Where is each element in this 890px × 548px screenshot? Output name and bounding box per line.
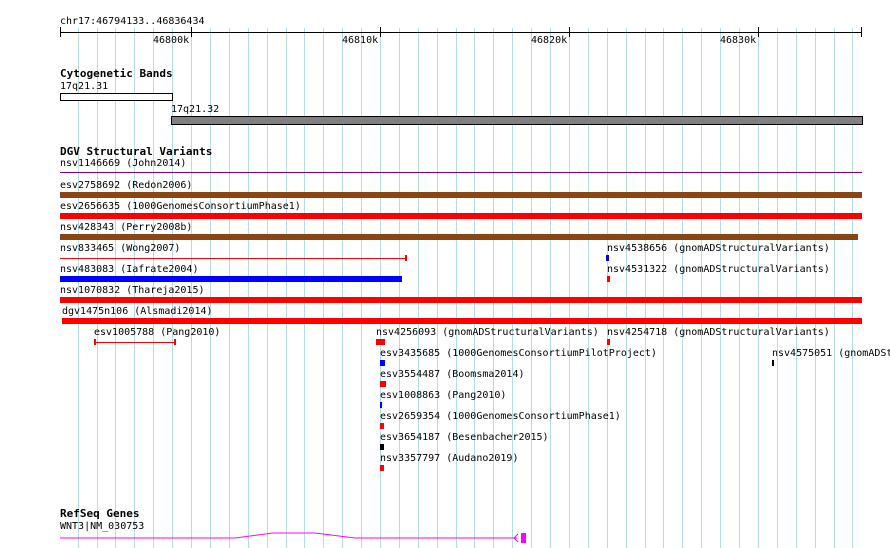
dgv-track-title: DGV Structural Variants [60, 145, 213, 158]
ruler-tick-label: 46820k [531, 35, 568, 46]
variant-bar[interactable] [380, 402, 382, 408]
ruler-tick [758, 27, 759, 37]
variant-label[interactable]: esv2659354 (1000GenomesConsortiumPhase1) [380, 411, 621, 422]
variant-label[interactable]: nsv4256093 (gnomADStructuralVariants) [376, 327, 599, 338]
variant-bar[interactable] [380, 360, 385, 366]
variant-bar[interactable] [60, 172, 862, 173]
variant-label[interactable]: nsv4575051 (gnomADSt [772, 348, 890, 359]
gene-model-wnt3[interactable] [55, 528, 535, 546]
variant-bar-end [405, 255, 407, 261]
cytoband-label: 17q21.31 [60, 81, 109, 92]
variant-label[interactable]: esv2656635 (1000GenomesConsortiumPhase1) [60, 201, 301, 212]
variant-bar[interactable] [380, 423, 384, 429]
cytoband-17q21-32[interactable] [171, 116, 863, 125]
ruler-tick [191, 27, 192, 37]
ruler-tick [60, 27, 61, 37]
variant-label[interactable]: nsv3357797 (Audano2019) [380, 453, 518, 464]
cytoband-label: 17q21.32 [171, 104, 220, 115]
variant-label[interactable]: nsv1146669 (John2014) [60, 158, 186, 169]
variant-bar[interactable] [60, 234, 858, 240]
variant-label[interactable]: esv2758692 (Redon2006) [60, 180, 192, 191]
variant-bar[interactable] [772, 360, 774, 366]
variant-bar[interactable] [60, 192, 862, 198]
variant-label[interactable]: nsv4254718 (gnomADStructuralVariants) [607, 327, 830, 338]
variant-bar[interactable] [380, 381, 386, 387]
variant-label[interactable]: nsv4538656 (gnomADStructuralVariants) [607, 243, 830, 254]
variant-label[interactable]: esv3554487 (Boomsma2014) [380, 369, 525, 380]
ruler-tick [861, 27, 862, 37]
variant-bar-end [174, 339, 176, 345]
variant-bar[interactable] [607, 339, 610, 345]
refseq-track-title: RefSeq Genes [60, 507, 140, 520]
variant-label[interactable]: nsv483083 (Iafrate2004) [60, 264, 198, 275]
ruler-location: chr17:46794133..46836434 [60, 16, 205, 27]
variant-label[interactable]: nsv428343 (Perry2008b) [60, 222, 192, 233]
variant-label[interactable]: esv1008863 (Pang2010) [380, 390, 506, 401]
cytoband-track-title: Cytogenetic Bands [60, 67, 173, 80]
variant-label[interactable]: nsv833465 (Wong2007) [60, 243, 180, 254]
variant-label[interactable]: nsv1070832 (Thareja2015) [60, 285, 205, 296]
variant-bar[interactable] [94, 342, 176, 343]
variant-bar[interactable] [380, 465, 384, 471]
ruler-tick [569, 27, 570, 37]
variant-label[interactable]: esv1005788 (Pang2010) [94, 327, 220, 338]
ruler-tick [380, 27, 381, 37]
variant-label[interactable]: esv3435685 (1000GenomesConsortiumPilotPr… [380, 348, 657, 359]
variant-bar-end [94, 339, 96, 345]
variant-bar[interactable] [60, 276, 402, 282]
ruler-tick-label: 46830k [720, 35, 757, 46]
variant-bar[interactable] [60, 258, 406, 259]
variant-bar[interactable] [60, 297, 862, 303]
variant-bar[interactable] [60, 213, 862, 219]
variant-bar[interactable] [62, 318, 862, 324]
variant-label[interactable]: nsv4531322 (gnomADStructuralVariants) [607, 264, 830, 275]
variant-bar[interactable] [606, 255, 609, 261]
variant-bar[interactable] [607, 276, 610, 282]
ruler-line [60, 32, 862, 33]
cytoband-17q21-31[interactable] [60, 93, 173, 101]
ruler-tick-label: 46810k [342, 35, 379, 46]
variant-label[interactable]: dgv1475n106 (Alsmadi2014) [62, 306, 213, 317]
variant-label[interactable]: esv3654187 (Besenbacher2015) [380, 432, 549, 443]
variant-bar[interactable] [376, 339, 385, 345]
ruler-tick-label: 46800k [153, 35, 190, 46]
variant-bar[interactable] [380, 444, 384, 450]
